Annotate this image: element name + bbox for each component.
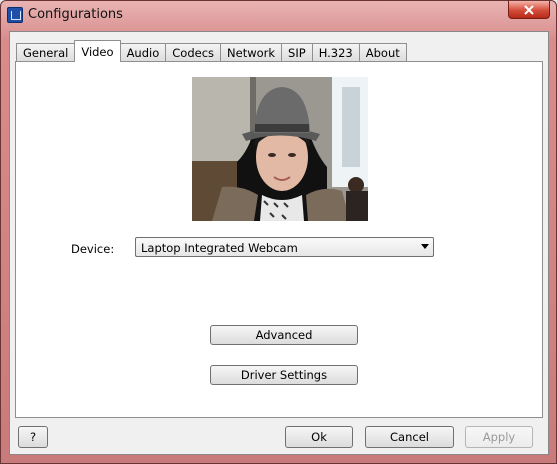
- configurations-window: Configurations General Video Audio Codec…: [0, 0, 557, 464]
- video-tab-panel: Device: Laptop Integrated Webcam Advance…: [15, 61, 543, 418]
- help-button[interactable]: ?: [18, 426, 48, 448]
- title-bar[interactable]: Configurations: [1, 1, 556, 29]
- tab-about[interactable]: About: [358, 43, 407, 62]
- tab-audio[interactable]: Audio: [119, 43, 167, 62]
- close-icon: [524, 4, 534, 15]
- apply-button[interactable]: Apply: [465, 426, 533, 448]
- dialog-client-area: General Video Audio Codecs Network SIP H…: [9, 31, 549, 455]
- cancel-button[interactable]: Cancel: [365, 426, 454, 448]
- tab-video[interactable]: Video: [74, 40, 121, 62]
- app-icon: [7, 7, 23, 23]
- tab-codecs[interactable]: Codecs: [165, 43, 222, 62]
- tab-sip[interactable]: SIP: [281, 43, 313, 62]
- chevron-down-icon: [421, 244, 429, 249]
- advanced-button[interactable]: Advanced: [210, 325, 358, 345]
- tab-network[interactable]: Network: [220, 43, 283, 62]
- tab-h323[interactable]: H.323: [311, 43, 360, 62]
- tab-strip: General Video Audio Codecs Network SIP H…: [16, 40, 407, 62]
- device-select[interactable]: Laptop Integrated Webcam: [135, 237, 434, 257]
- window-title: Configurations: [28, 7, 123, 22]
- tab-general[interactable]: General: [16, 43, 76, 62]
- webcam-preview: [192, 77, 368, 221]
- device-label: Device:: [71, 242, 115, 256]
- webcam-preview-image: [192, 77, 368, 221]
- device-select-value: Laptop Integrated Webcam: [141, 241, 298, 255]
- driver-settings-button[interactable]: Driver Settings: [210, 365, 358, 385]
- ok-button[interactable]: Ok: [285, 426, 353, 448]
- close-button[interactable]: [508, 1, 550, 19]
